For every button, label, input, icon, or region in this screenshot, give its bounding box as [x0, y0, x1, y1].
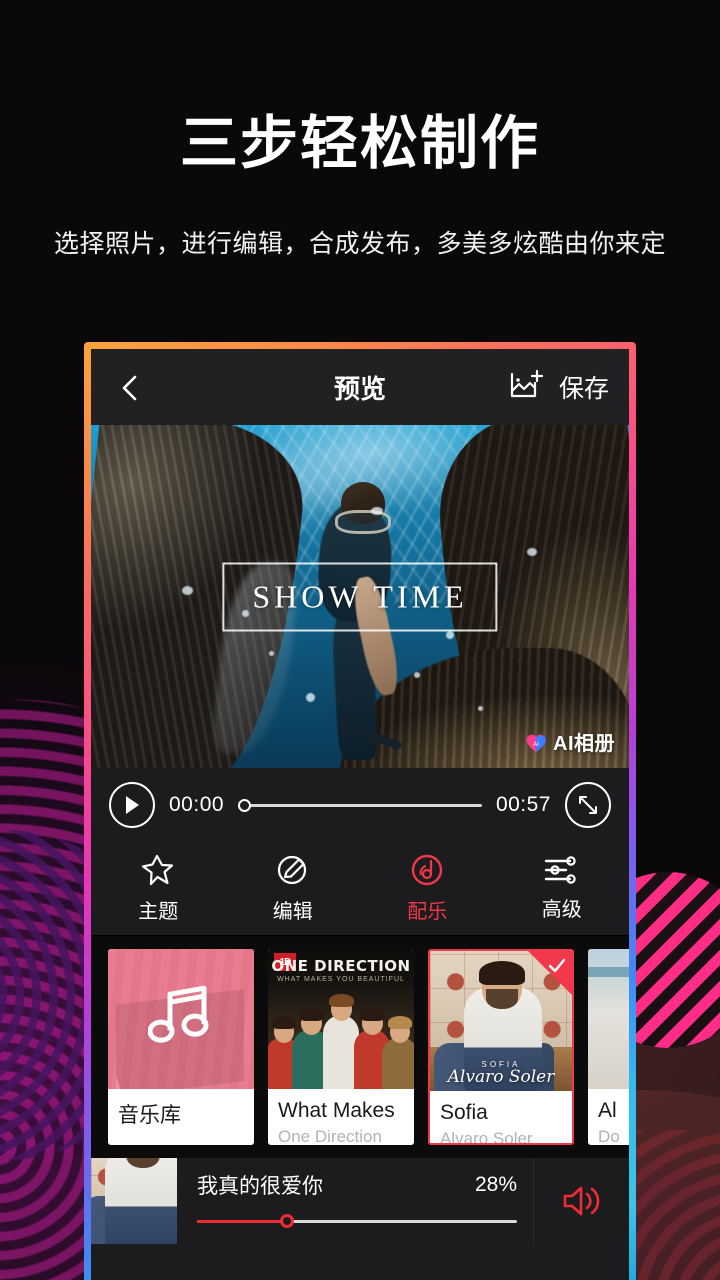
star-outline-icon — [142, 854, 174, 886]
tab-advanced[interactable]: 高级 — [495, 842, 630, 935]
check-icon — [547, 957, 567, 980]
music-note-icon — [147, 984, 214, 1051]
player-controls: 00:00 00:57 — [91, 768, 629, 842]
now-playing-bar: 我真的很爱你 28% — [91, 1158, 629, 1244]
card-artwork — [588, 949, 629, 1089]
music-card-partial[interactable]: Al Do — [588, 949, 629, 1145]
seek-bar[interactable] — [238, 795, 482, 815]
tab-advanced-label: 高级 — [541, 899, 582, 921]
chevron-left-icon — [122, 375, 137, 401]
tab-edit-label: 编辑 — [272, 901, 313, 923]
back-button[interactable] — [111, 367, 151, 407]
current-time-label: 00:00 — [169, 793, 225, 816]
volume-slider[interactable] — [197, 1212, 517, 1230]
editor-tab-bar: 主题 编辑 配乐 高级 — [91, 842, 629, 936]
sliders-icon — [544, 856, 576, 884]
card-artist: Alvaro Soler — [440, 1129, 533, 1145]
total-time-label: 00:57 — [495, 793, 551, 816]
seek-track — [238, 803, 482, 807]
save-button[interactable]: 保存 — [559, 369, 609, 405]
music-disc-icon — [412, 854, 443, 886]
band-members — [268, 994, 414, 1089]
album-art-heading: ONE DIRECTION — [271, 957, 411, 975]
tab-theme-label: 主题 — [138, 901, 179, 923]
app-watermark: AI AI相册 — [524, 727, 615, 756]
volume-handle[interactable] — [279, 1214, 294, 1228]
fullscreen-button[interactable] — [565, 782, 611, 828]
now-playing-track-name: 我真的很爱你 — [197, 1175, 323, 1198]
heart-logo-icon: AI — [524, 731, 548, 753]
volume-percent-label: 28% — [474, 1173, 517, 1196]
app-header: 预览 保存 — [91, 349, 629, 425]
page-subtitle: 选择照片，进行编辑，合成发布，多美多炫酷由你来定 — [53, 229, 666, 258]
video-preview[interactable]: SHOW TIME AI AI相册 — [91, 425, 629, 768]
show-time-title-overlay: SHOW TIME — [222, 562, 498, 631]
show-time-text: SHOW TIME — [252, 578, 468, 614]
music-card-list[interactable]: 音乐库 1D ONE DIRECTION WHAT MAKES YOU BEAU… — [91, 936, 629, 1158]
seek-handle[interactable] — [238, 798, 252, 812]
volume-fill — [197, 1219, 287, 1223]
tab-music[interactable]: 配乐 — [360, 842, 495, 935]
card-title: Sofia — [440, 1101, 488, 1124]
album-art-subheading: WHAT MAKES YOU BEAUTIFUL — [277, 976, 405, 983]
expand-icon — [579, 796, 597, 814]
card-artwork: 1D ONE DIRECTION WHAT MAKES YOU BEAUTIFU… — [268, 949, 414, 1089]
tab-edit[interactable]: 编辑 — [226, 842, 361, 935]
svg-text:AI: AI — [533, 742, 539, 748]
music-card-sofia[interactable]: SOFIA Alvaro Soler Sofia Alvaro Soler — [428, 949, 574, 1145]
watermark-label: AI相册 — [553, 733, 615, 755]
card-title: What Makes — [278, 1099, 395, 1122]
music-card-library[interactable]: 音乐库 — [108, 949, 254, 1145]
card-artwork — [108, 949, 254, 1089]
album-art-signature: Alvaro Soler — [447, 1067, 555, 1087]
promo-copy: 三步轻松制作 选择照片，进行编辑，合成发布，多美多炫酷由你来定 — [0, 0, 720, 260]
card-artwork: SOFIA Alvaro Soler — [430, 951, 572, 1091]
card-artist: Do — [598, 1127, 620, 1145]
now-playing-thumbnail[interactable] — [91, 1158, 177, 1244]
card-title: 音乐库 — [118, 1104, 181, 1127]
play-button[interactable] — [109, 782, 155, 828]
music-card-what-makes[interactable]: 1D ONE DIRECTION WHAT MAKES YOU BEAUTIFU… — [268, 949, 414, 1145]
page-title: 三步轻松制作 — [179, 111, 540, 176]
phone-mockup: 预览 保存 SHOW TIME AI AI相册 00:00 00:57 主题 编… — [84, 342, 636, 1280]
image-add-icon[interactable] — [509, 369, 544, 406]
play-icon — [126, 796, 139, 814]
app-screen: 预览 保存 SHOW TIME AI AI相册 00:00 00:57 主题 编… — [91, 349, 629, 1280]
card-title: Al — [598, 1099, 617, 1122]
pencil-circle-icon — [277, 855, 306, 885]
tab-music-label: 配乐 — [407, 901, 448, 923]
volume-button[interactable] — [533, 1158, 629, 1244]
phone-gradient-frame: 预览 保存 SHOW TIME AI AI相册 00:00 00:57 主题 编… — [84, 342, 636, 1280]
speaker-icon — [563, 1186, 599, 1216]
now-playing-info: 我真的很爱你 28% — [177, 1158, 533, 1244]
card-artist: One Direction — [278, 1127, 382, 1145]
tab-theme[interactable]: 主题 — [91, 842, 226, 935]
